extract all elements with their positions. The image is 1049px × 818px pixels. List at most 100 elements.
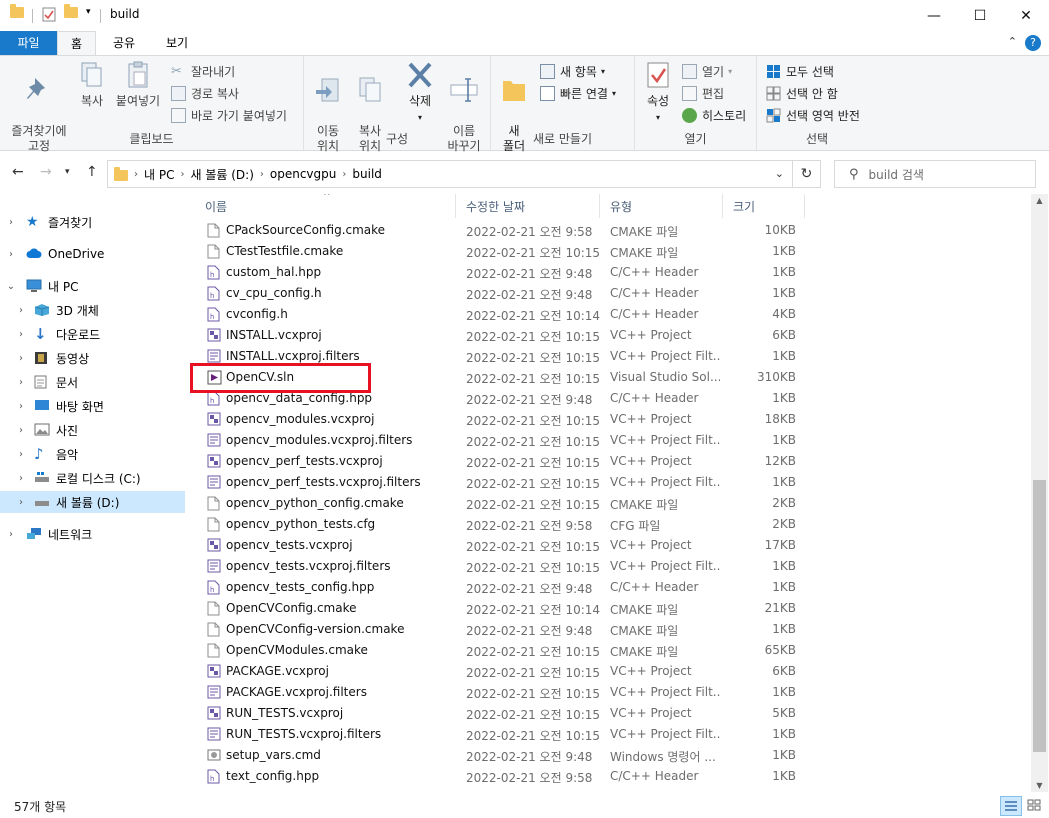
select-all-button[interactable]: 모두 선택 bbox=[766, 63, 834, 80]
collapse-chevron-icon[interactable]: ⌄ bbox=[4, 281, 18, 292]
nav-item-local-disk-c[interactable]: › 로컬 디스크 (C:) bbox=[0, 467, 185, 489]
collapse-ribbon-icon[interactable]: ⌃ bbox=[1008, 35, 1017, 48]
nav-item-this-pc[interactable]: ⌄ 내 PC bbox=[0, 275, 185, 297]
expand-chevron-icon[interactable]: › bbox=[4, 249, 18, 260]
expand-chevron-icon[interactable]: › bbox=[4, 529, 18, 540]
nav-item-onedrive[interactable]: › OneDrive bbox=[0, 243, 185, 265]
vertical-scrollbar[interactable]: ▲ ▼ bbox=[1031, 194, 1048, 792]
breadcrumb-separator[interactable]: › bbox=[342, 169, 346, 180]
nav-item-network[interactable]: › 네트워크 bbox=[0, 523, 185, 545]
tab-home[interactable]: 홈 bbox=[57, 31, 96, 56]
nav-item-downloads[interactable]: › ↓ 다운로드 bbox=[0, 323, 185, 345]
scroll-up-icon[interactable]: ▲ bbox=[1031, 196, 1048, 205]
file-row[interactable]: setup_vars.cmd 2022-02-21 오전 9:48 Windows … bbox=[195, 745, 805, 766]
file-row[interactable]: PACKAGE.vcxproj.filters 2022-02-21 오전 10:… bbox=[195, 682, 805, 703]
paste-button[interactable]: 붙여넣기 bbox=[112, 60, 164, 109]
file-row[interactable]: opencv_python_tests.cfg 2022-02-21 오전 9:5… bbox=[195, 514, 805, 535]
column-header-name[interactable]: 이름 bbox=[195, 194, 456, 218]
file-row[interactable]: h text_config.hpp 2022-02-21 오전 9:58 C/C++ … bbox=[195, 766, 805, 787]
file-row[interactable]: h custom_hal.hpp 2022-02-21 오전 9:48 C/C++ H… bbox=[195, 262, 805, 283]
file-row[interactable]: CPackSourceConfig.cmake 2022-02-21 오전 9:5… bbox=[195, 220, 805, 241]
file-row[interactable]: OpenCVConfig-version.cmake 2022-02-21 오전 … bbox=[195, 619, 805, 640]
breadcrumb-separator[interactable]: › bbox=[180, 169, 184, 180]
up-arrow-icon[interactable]: ↑ bbox=[86, 164, 98, 180]
file-row[interactable]: PACKAGE.vcxproj 2022-02-21 오전 10:15 VC++ P… bbox=[195, 661, 805, 682]
nav-item-volume-d[interactable]: › 새 볼륨 (D:) bbox=[0, 491, 185, 513]
expand-chevron-icon[interactable]: › bbox=[14, 497, 28, 508]
file-row[interactable]: OpenCVConfig.cmake 2022-02-21 오전 10:14 CMA… bbox=[195, 598, 805, 619]
tab-file[interactable]: 파일 bbox=[0, 31, 57, 55]
breadcrumb-drive-d[interactable]: 새 볼륨 (D:) bbox=[190, 166, 253, 183]
breadcrumb-separator[interactable]: › bbox=[260, 169, 264, 180]
scrollbar-thumb[interactable] bbox=[1033, 480, 1046, 752]
file-row[interactable]: RUN_TESTS.vcxproj 2022-02-21 오전 10:15 VC++… bbox=[195, 703, 805, 724]
file-row[interactable]: OpenCV.sln 2022-02-21 오전 10:15 Visual Stud… bbox=[195, 367, 805, 388]
file-row[interactable]: RUN_TESTS.vcxproj.filters 2022-02-21 오전 1… bbox=[195, 724, 805, 745]
address-bar[interactable]: › 내 PC › 새 볼륨 (D:) › opencvgpu › build ⌄ bbox=[107, 160, 793, 188]
expand-chevron-icon[interactable]: › bbox=[14, 425, 28, 436]
expand-chevron-icon[interactable]: › bbox=[14, 329, 28, 340]
open-button[interactable]: 열기 ▾ bbox=[682, 63, 732, 80]
nav-item-quick-access[interactable]: › ★ 즐겨찾기 bbox=[0, 211, 185, 233]
copy-button[interactable]: 복사 bbox=[74, 60, 110, 109]
new-item-button[interactable]: 새 항목 ▾ bbox=[540, 63, 605, 80]
tab-view[interactable]: 보기 bbox=[152, 31, 202, 55]
file-row[interactable]: opencv_perf_tests.vcxproj.filters 2022-02… bbox=[195, 472, 805, 493]
search-input[interactable]: build 검색 bbox=[869, 166, 924, 183]
file-row[interactable]: CTestTestfile.cmake 2022-02-21 오전 10:15 CM… bbox=[195, 241, 805, 262]
edit-button[interactable]: 편집 bbox=[682, 85, 724, 102]
nav-item-videos[interactable]: › 동영상 bbox=[0, 347, 185, 369]
help-icon[interactable]: ? bbox=[1025, 35, 1041, 51]
properties-quick-icon[interactable] bbox=[42, 7, 56, 22]
file-row[interactable]: INSTALL.vcxproj.filters 2022-02-21 오전 10:… bbox=[195, 346, 805, 367]
back-arrow-icon[interactable]: ← bbox=[12, 164, 24, 180]
column-header-size[interactable]: 크기 bbox=[723, 194, 805, 218]
delete-button[interactable]: 삭제 ▾ bbox=[400, 60, 440, 125]
file-row[interactable]: opencv_python_config.cmake 2022-02-21 오전 … bbox=[195, 493, 805, 514]
nav-item-desktop[interactable]: › 바탕 화면 bbox=[0, 395, 185, 417]
large-icons-view-icon[interactable] bbox=[1024, 796, 1046, 816]
expand-chevron-icon[interactable]: › bbox=[4, 217, 18, 228]
file-row[interactable]: h cvconfig.h 2022-02-21 오전 10:14 C/C++ Head… bbox=[195, 304, 805, 325]
file-row[interactable]: h opencv_data_config.hpp 2022-02-21 오전 9:4… bbox=[195, 388, 805, 409]
column-header-date[interactable]: 수정한 날짜 bbox=[456, 194, 600, 218]
new-folder-quick-icon[interactable] bbox=[64, 4, 78, 18]
file-row[interactable]: h cv_cpu_config.h 2022-02-21 오전 9:48 C/C++ … bbox=[195, 283, 805, 304]
expand-chevron-icon[interactable]: › bbox=[14, 401, 28, 412]
close-button[interactable]: ✕ bbox=[1003, 0, 1049, 31]
file-row[interactable]: INSTALL.vcxproj 2022-02-21 오전 10:15 VC++ P… bbox=[195, 325, 805, 346]
cut-button[interactable]: ✂ 잘라내기 bbox=[171, 63, 235, 80]
history-button[interactable]: 히스토리 bbox=[682, 107, 746, 124]
invert-selection-button[interactable]: 선택 영역 반전 bbox=[766, 107, 860, 124]
easy-access-button[interactable]: 빠른 연결 ▾ bbox=[540, 85, 616, 102]
column-header-type[interactable]: 유형 bbox=[600, 194, 723, 218]
file-row[interactable]: opencv_perf_tests.vcxproj 2022-02-21 오전 1… bbox=[195, 451, 805, 472]
paste-shortcut-button[interactable]: 바로 가기 붙여넣기 bbox=[171, 107, 287, 124]
nav-item-3d-objects[interactable]: › 3D 개체 bbox=[0, 299, 185, 321]
copy-path-button[interactable]: 경로 복사 bbox=[171, 85, 239, 102]
breadcrumb-build[interactable]: build bbox=[352, 167, 382, 181]
expand-chevron-icon[interactable]: › bbox=[14, 473, 28, 484]
forward-arrow-icon[interactable]: → bbox=[40, 164, 52, 180]
file-row[interactable]: h opencv_tests_config.hpp 2022-02-21 오전 9:… bbox=[195, 577, 805, 598]
expand-chevron-icon[interactable]: › bbox=[14, 305, 28, 316]
tab-share[interactable]: 공유 bbox=[101, 31, 147, 55]
file-row[interactable]: OpenCVModules.cmake 2022-02-21 오전 10:15 CM… bbox=[195, 640, 805, 661]
file-row[interactable]: opencv_modules.vcxproj 2022-02-21 오전 10:1… bbox=[195, 409, 805, 430]
search-box[interactable]: ⚲ build 검색 bbox=[834, 160, 1036, 188]
recent-locations-chevron-icon[interactable]: ▾ bbox=[65, 167, 70, 177]
file-row[interactable]: opencv_tests.vcxproj 2022-02-21 오전 10:15 V… bbox=[195, 535, 805, 556]
expand-chevron-icon[interactable]: › bbox=[14, 449, 28, 460]
select-none-button[interactable]: 선택 안 함 bbox=[766, 85, 838, 102]
refresh-icon[interactable]: ↻ bbox=[793, 160, 821, 188]
nav-item-pictures[interactable]: › 사진 bbox=[0, 419, 185, 441]
minimize-button[interactable]: — bbox=[911, 0, 957, 31]
details-view-icon[interactable] bbox=[1000, 796, 1022, 816]
properties-dropdown-icon[interactable]: ▾ bbox=[656, 113, 660, 122]
scroll-down-icon[interactable]: ▼ bbox=[1031, 781, 1048, 790]
breadcrumb-opencvgpu[interactable]: opencvgpu bbox=[270, 167, 337, 181]
breadcrumb-this-pc[interactable]: 내 PC bbox=[144, 166, 174, 183]
nav-item-documents[interactable]: › 문서 bbox=[0, 371, 185, 393]
expand-chevron-icon[interactable]: › bbox=[14, 353, 28, 364]
expand-chevron-icon[interactable]: › bbox=[14, 377, 28, 388]
